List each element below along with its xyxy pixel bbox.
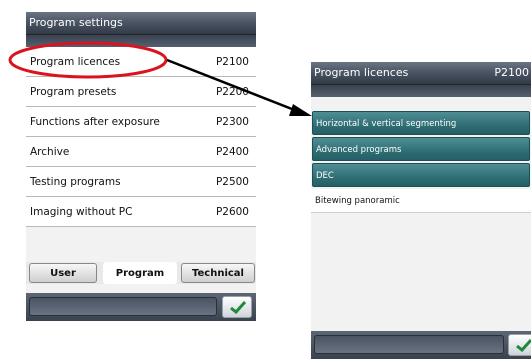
annotation-overlay — [8, 41, 312, 116]
arrow-icon — [166, 58, 312, 116]
highlight-ellipse — [8, 41, 168, 79]
